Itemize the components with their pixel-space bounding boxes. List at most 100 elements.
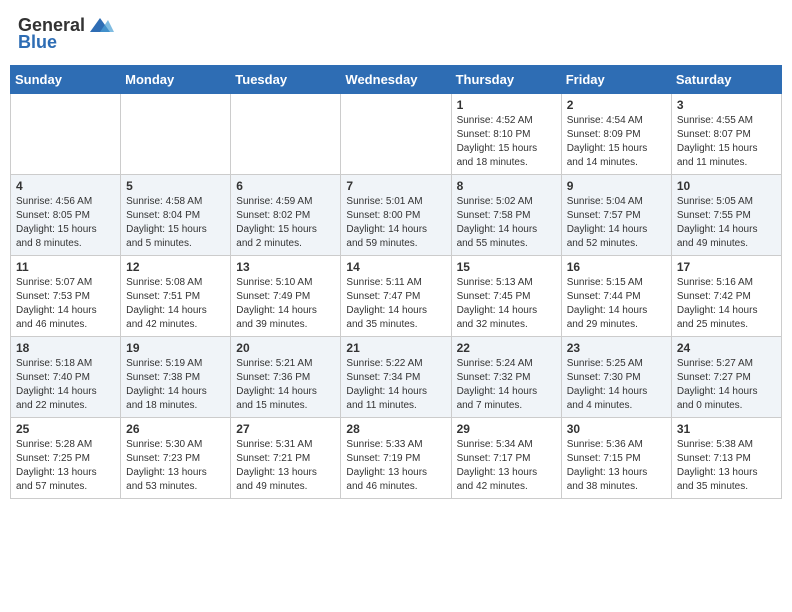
calendar-header-row: SundayMondayTuesdayWednesdayThursdayFrid…: [11, 66, 782, 94]
col-header-sunday: Sunday: [11, 66, 121, 94]
day-info: Sunrise: 5:02 AM Sunset: 7:58 PM Dayligh…: [457, 195, 556, 251]
col-header-saturday: Saturday: [671, 66, 781, 94]
day-number: 3: [677, 98, 776, 112]
day-number: 27: [236, 422, 335, 436]
day-number: 15: [457, 260, 556, 274]
calendar-cell-2-7: 10 Sunrise: 5:05 AM Sunset: 7:55 PM Dayli…: [671, 175, 781, 256]
calendar-cell-4-5: 22Sunrise: 5:24 AM Sunset: 7:32 PM Dayli…: [451, 337, 561, 418]
calendar-week-2: 4 Sunrise: 4:56 AM Sunset: 8:05 PM Daylig…: [11, 175, 782, 256]
logo: General Blue: [18, 14, 115, 53]
day-number: 14: [346, 260, 445, 274]
day-number: 7: [346, 179, 445, 193]
day-info: Sunrise: 5:28 AM Sunset: 7:25 PM Dayligh…: [16, 438, 115, 494]
logo-icon: [86, 14, 114, 36]
day-info: Sunrise: 5:33 AM Sunset: 7:19 PM Dayligh…: [346, 438, 445, 494]
day-number: 12: [126, 260, 225, 274]
day-number: 19: [126, 341, 225, 355]
day-info: Sunrise: 5:19 AM Sunset: 7:38 PM Dayligh…: [126, 357, 225, 413]
day-number: 29: [457, 422, 556, 436]
day-info: Sunrise: 5:10 AM Sunset: 7:49 PM Dayligh…: [236, 276, 335, 332]
calendar-cell-5-6: 30 Sunrise: 5:36 AM Sunset: 7:15 PM Dayli…: [561, 418, 671, 499]
day-info: Sunrise: 5:25 AM Sunset: 7:30 PM Dayligh…: [567, 357, 666, 413]
calendar-cell-4-2: 19 Sunrise: 5:19 AM Sunset: 7:38 PM Dayli…: [121, 337, 231, 418]
day-info: Sunrise: 5:21 AM Sunset: 7:36 PM Dayligh…: [236, 357, 335, 413]
day-info: Sunrise: 5:01 AM Sunset: 8:00 PM Dayligh…: [346, 195, 445, 251]
calendar-cell-4-3: 20 Sunrise: 5:21 AM Sunset: 7:36 PM Dayli…: [231, 337, 341, 418]
page-header: General Blue: [10, 10, 782, 57]
calendar-cell-1-4: [341, 94, 451, 175]
calendar-cell-2-4: 7 Sunrise: 5:01 AM Sunset: 8:00 PM Daylig…: [341, 175, 451, 256]
day-info: Sunrise: 4:56 AM Sunset: 8:05 PM Dayligh…: [16, 195, 115, 251]
day-info: Sunrise: 5:24 AM Sunset: 7:32 PM Dayligh…: [457, 357, 556, 413]
day-info: Sunrise: 4:58 AM Sunset: 8:04 PM Dayligh…: [126, 195, 225, 251]
day-info: Sunrise: 5:15 AM Sunset: 7:44 PM Dayligh…: [567, 276, 666, 332]
col-header-friday: Friday: [561, 66, 671, 94]
calendar-cell-1-1: [11, 94, 121, 175]
day-info: Sunrise: 5:38 AM Sunset: 7:13 PM Dayligh…: [677, 438, 776, 494]
calendar-cell-3-1: 11 Sunrise: 5:07 AM Sunset: 7:53 PM Dayli…: [11, 256, 121, 337]
calendar-cell-3-5: 15 Sunrise: 5:13 AM Sunset: 7:45 PM Dayli…: [451, 256, 561, 337]
day-number: 24: [677, 341, 776, 355]
calendar-cell-1-7: 3 Sunrise: 4:55 AM Sunset: 8:07 PM Daylig…: [671, 94, 781, 175]
day-info: Sunrise: 5:31 AM Sunset: 7:21 PM Dayligh…: [236, 438, 335, 494]
calendar-cell-1-6: 2 Sunrise: 4:54 AM Sunset: 8:09 PM Daylig…: [561, 94, 671, 175]
day-info: Sunrise: 5:13 AM Sunset: 7:45 PM Dayligh…: [457, 276, 556, 332]
col-header-thursday: Thursday: [451, 66, 561, 94]
day-number: 10: [677, 179, 776, 193]
day-number: 11: [16, 260, 115, 274]
calendar-cell-5-2: 26 Sunrise: 5:30 AM Sunset: 7:23 PM Dayli…: [121, 418, 231, 499]
day-info: Sunrise: 5:05 AM Sunset: 7:55 PM Dayligh…: [677, 195, 776, 251]
day-number: 28: [346, 422, 445, 436]
calendar-cell-5-4: 28 Sunrise: 5:33 AM Sunset: 7:19 PM Dayli…: [341, 418, 451, 499]
day-info: Sunrise: 5:34 AM Sunset: 7:17 PM Dayligh…: [457, 438, 556, 494]
day-number: 30: [567, 422, 666, 436]
calendar-cell-5-3: 27 Sunrise: 5:31 AM Sunset: 7:21 PM Dayli…: [231, 418, 341, 499]
day-number: 2: [567, 98, 666, 112]
day-number: 23: [567, 341, 666, 355]
day-info: Sunrise: 4:55 AM Sunset: 8:07 PM Dayligh…: [677, 114, 776, 170]
day-number: 8: [457, 179, 556, 193]
calendar-week-3: 11 Sunrise: 5:07 AM Sunset: 7:53 PM Dayli…: [11, 256, 782, 337]
day-info: Sunrise: 4:59 AM Sunset: 8:02 PM Dayligh…: [236, 195, 335, 251]
day-number: 4: [16, 179, 115, 193]
calendar-week-5: 25 Sunrise: 5:28 AM Sunset: 7:25 PM Dayli…: [11, 418, 782, 499]
calendar-cell-4-1: 18 Sunrise: 5:18 AM Sunset: 7:40 PM Dayli…: [11, 337, 121, 418]
day-info: Sunrise: 5:18 AM Sunset: 7:40 PM Dayligh…: [16, 357, 115, 413]
day-number: 26: [126, 422, 225, 436]
calendar-cell-1-3: [231, 94, 341, 175]
day-number: 9: [567, 179, 666, 193]
calendar-cell-1-2: [121, 94, 231, 175]
col-header-monday: Monday: [121, 66, 231, 94]
day-number: 21: [346, 341, 445, 355]
calendar-cell-2-5: 8 Sunrise: 5:02 AM Sunset: 7:58 PM Daylig…: [451, 175, 561, 256]
day-number: 20: [236, 341, 335, 355]
calendar-cell-2-3: 6Sunrise: 4:59 AM Sunset: 8:02 PM Daylig…: [231, 175, 341, 256]
day-info: Sunrise: 4:54 AM Sunset: 8:09 PM Dayligh…: [567, 114, 666, 170]
day-info: Sunrise: 5:16 AM Sunset: 7:42 PM Dayligh…: [677, 276, 776, 332]
calendar-cell-2-6: 9 Sunrise: 5:04 AM Sunset: 7:57 PM Daylig…: [561, 175, 671, 256]
day-info: Sunrise: 5:27 AM Sunset: 7:27 PM Dayligh…: [677, 357, 776, 413]
day-number: 18: [16, 341, 115, 355]
calendar-cell-3-3: 13Sunrise: 5:10 AM Sunset: 7:49 PM Dayli…: [231, 256, 341, 337]
calendar-cell-1-5: 1 Sunrise: 4:52 AM Sunset: 8:10 PM Daylig…: [451, 94, 561, 175]
day-info: Sunrise: 5:30 AM Sunset: 7:23 PM Dayligh…: [126, 438, 225, 494]
col-header-tuesday: Tuesday: [231, 66, 341, 94]
logo-blue-text: Blue: [18, 32, 57, 53]
calendar-table: SundayMondayTuesdayWednesdayThursdayFrid…: [10, 65, 782, 499]
calendar-cell-5-5: 29 Sunrise: 5:34 AM Sunset: 7:17 PM Dayli…: [451, 418, 561, 499]
calendar-cell-3-7: 17Sunrise: 5:16 AM Sunset: 7:42 PM Dayli…: [671, 256, 781, 337]
calendar-cell-3-2: 12Sunrise: 5:08 AM Sunset: 7:51 PM Dayli…: [121, 256, 231, 337]
day-info: Sunrise: 4:52 AM Sunset: 8:10 PM Dayligh…: [457, 114, 556, 170]
calendar-cell-5-1: 25 Sunrise: 5:28 AM Sunset: 7:25 PM Dayli…: [11, 418, 121, 499]
calendar-cell-5-7: 31Sunrise: 5:38 AM Sunset: 7:13 PM Dayli…: [671, 418, 781, 499]
day-number: 1: [457, 98, 556, 112]
calendar-week-1: 1 Sunrise: 4:52 AM Sunset: 8:10 PM Daylig…: [11, 94, 782, 175]
day-number: 25: [16, 422, 115, 436]
day-number: 5: [126, 179, 225, 193]
day-info: Sunrise: 5:36 AM Sunset: 7:15 PM Dayligh…: [567, 438, 666, 494]
day-info: Sunrise: 5:07 AM Sunset: 7:53 PM Dayligh…: [16, 276, 115, 332]
day-info: Sunrise: 5:22 AM Sunset: 7:34 PM Dayligh…: [346, 357, 445, 413]
col-header-wednesday: Wednesday: [341, 66, 451, 94]
calendar-cell-2-2: 5 Sunrise: 4:58 AM Sunset: 8:04 PM Daylig…: [121, 175, 231, 256]
day-info: Sunrise: 5:04 AM Sunset: 7:57 PM Dayligh…: [567, 195, 666, 251]
